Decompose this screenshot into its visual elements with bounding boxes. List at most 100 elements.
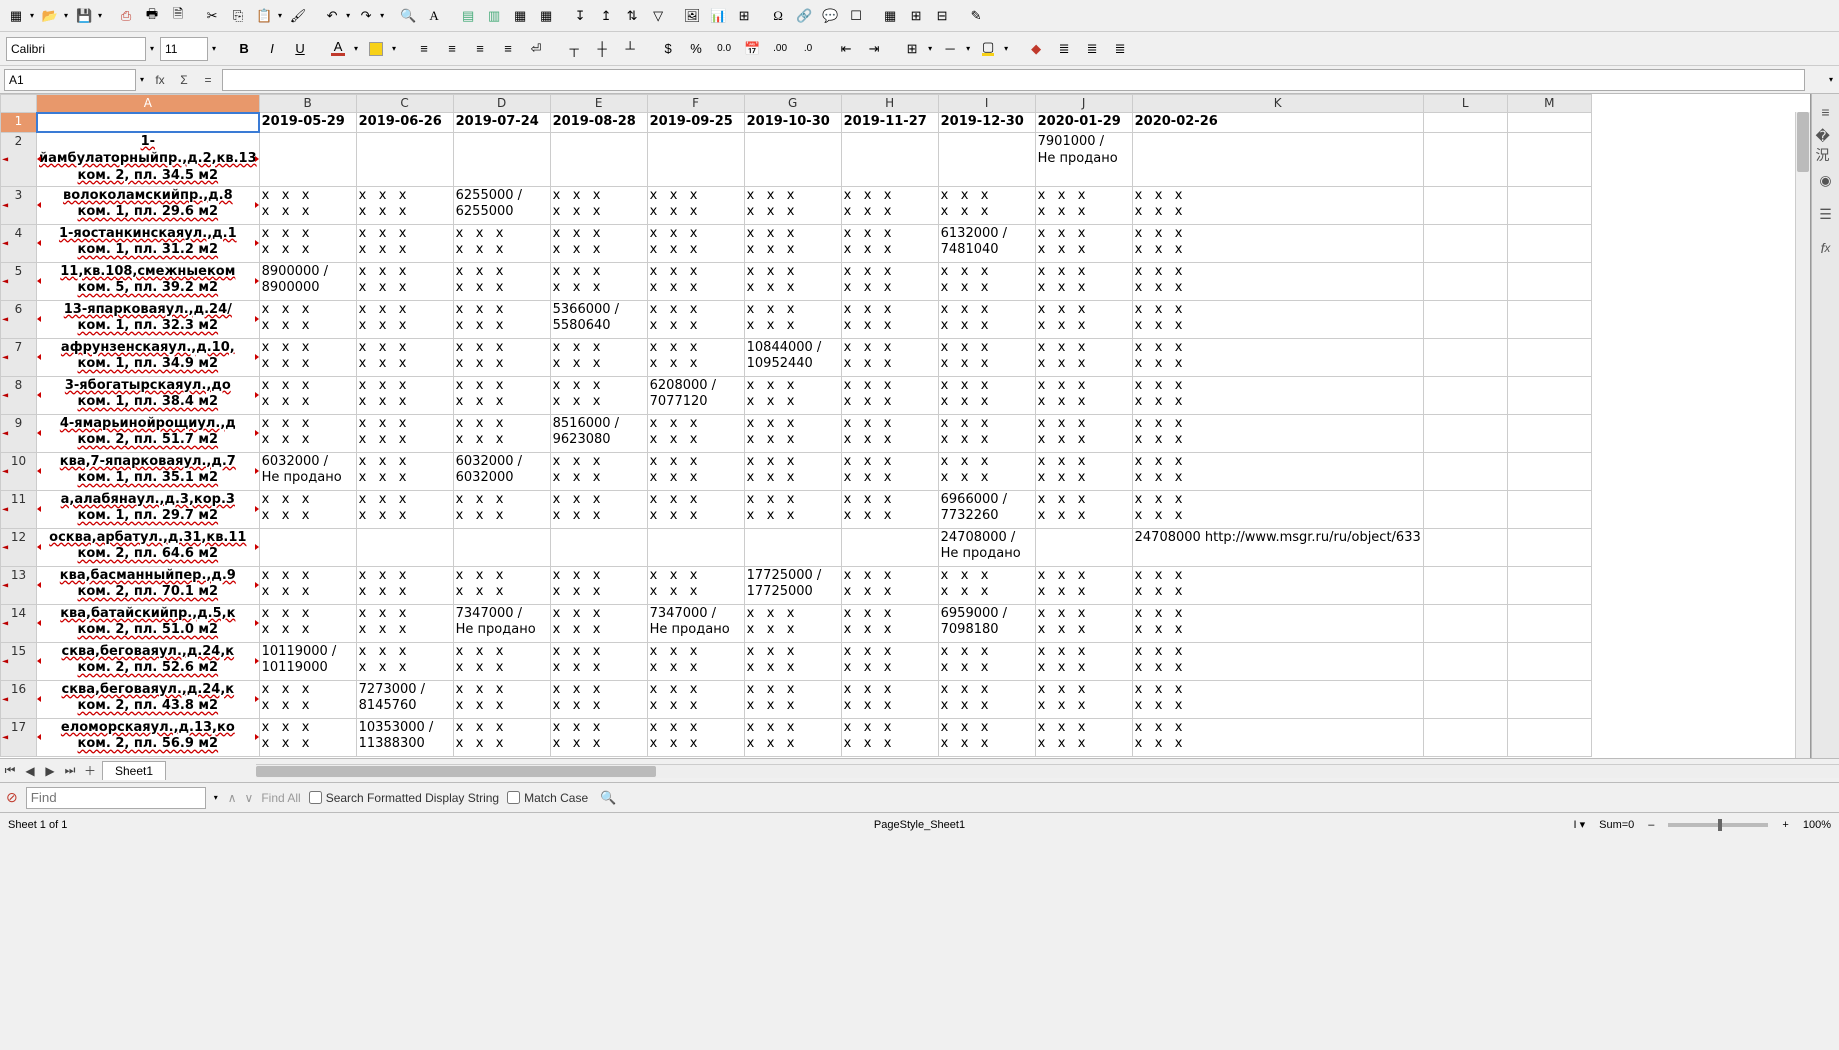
find-close-icon[interactable]: ⊘ bbox=[6, 789, 18, 806]
vertical-scrollbar[interactable] bbox=[1795, 112, 1810, 758]
cell-H15[interactable]: x x x x x x bbox=[841, 642, 938, 680]
cell-B10[interactable]: 6032000 / Не продано bbox=[259, 452, 356, 490]
col-header-D[interactable]: D bbox=[453, 95, 550, 113]
cell-F5[interactable]: x x x x x x bbox=[647, 262, 744, 300]
cell-F11[interactable]: x x x x x x bbox=[647, 490, 744, 528]
border-color-icon[interactable]: ▢ bbox=[976, 37, 1000, 61]
cell-E5[interactable]: x x x x x x bbox=[550, 262, 647, 300]
formula-expand-icon[interactable]: ▾ bbox=[1827, 75, 1835, 84]
cell-I9[interactable]: x x x x x x bbox=[938, 414, 1035, 452]
cell-H13[interactable]: x x x x x x bbox=[841, 566, 938, 604]
align-center-icon[interactable]: ≡ bbox=[440, 37, 464, 61]
col-header-I[interactable]: I bbox=[938, 95, 1035, 113]
cell-C2[interactable] bbox=[356, 132, 453, 186]
cell-J2[interactable]: 7901000 / Не продано bbox=[1035, 132, 1132, 186]
formula-input[interactable] bbox=[222, 69, 1805, 91]
sidebar-functions-icon[interactable]: fx bbox=[1816, 238, 1836, 258]
cell-I2[interactable] bbox=[938, 132, 1035, 186]
cell-H11[interactable]: x x x x x x bbox=[841, 490, 938, 528]
sheet-tab-1[interactable]: Sheet1 bbox=[102, 761, 166, 780]
redo-icon[interactable]: ↷ bbox=[354, 4, 378, 28]
cell-K14[interactable]: x x x x x x bbox=[1132, 604, 1423, 642]
cell-K8[interactable]: x x x x x x bbox=[1132, 376, 1423, 414]
cell-ref-drop[interactable]: ▾ bbox=[138, 75, 146, 84]
cell-F3[interactable]: x x x x x x bbox=[647, 186, 744, 224]
col-header-M[interactable]: M bbox=[1507, 95, 1591, 113]
cell-E11[interactable]: x x x x x x bbox=[550, 490, 647, 528]
cell-empty[interactable] bbox=[1423, 338, 1507, 376]
cell-I1[interactable]: 2019-12-30 bbox=[938, 113, 1035, 133]
status-page-style[interactable]: PageStyle_Sheet1 bbox=[874, 819, 965, 831]
cell-H17[interactable]: x x x x x x bbox=[841, 718, 938, 756]
col-icon[interactable]: ▥ bbox=[482, 4, 506, 28]
cell-J8[interactable]: x x x x x x bbox=[1035, 376, 1132, 414]
zoom-slider[interactable] bbox=[1668, 823, 1768, 827]
cell-C9[interactable]: x x x x x x bbox=[356, 414, 453, 452]
row-header-7[interactable]: ◄7 bbox=[1, 338, 37, 376]
sort-asc-icon[interactable]: ↧ bbox=[568, 4, 592, 28]
cell-J15[interactable]: x x x x x x bbox=[1035, 642, 1132, 680]
select-all-corner[interactable] bbox=[1, 95, 37, 113]
new-doc-drop[interactable]: ▾ bbox=[28, 11, 36, 20]
cell-K15[interactable]: x x x x x x bbox=[1132, 642, 1423, 680]
cell-K2[interactable] bbox=[1132, 132, 1423, 186]
cell-K4[interactable]: x x x x x x bbox=[1132, 224, 1423, 262]
cell-J3[interactable]: x x x x x x bbox=[1035, 186, 1132, 224]
cell-B12[interactable] bbox=[259, 528, 356, 566]
cell-B9[interactable]: x x x x x x bbox=[259, 414, 356, 452]
cell-F15[interactable]: x x x x x x bbox=[647, 642, 744, 680]
col-header-L[interactable]: L bbox=[1423, 95, 1507, 113]
borders-drop[interactable]: ▾ bbox=[926, 44, 934, 53]
cell-empty[interactable] bbox=[1507, 414, 1591, 452]
cell-A15[interactable]: сква,беговаяул.,д.24,к ком. 2, пл. 52.6 … bbox=[37, 642, 260, 680]
align-left-icon[interactable]: ≡ bbox=[412, 37, 436, 61]
cell-B6[interactable]: x x x x x x bbox=[259, 300, 356, 338]
paste-drop[interactable]: ▾ bbox=[276, 11, 284, 20]
cell-B1[interactable]: 2019-05-29 bbox=[259, 113, 356, 133]
cell-A2[interactable]: 1-йамбулаторныйпр.,д.2,кв.13 ком. 2, пл.… bbox=[37, 132, 260, 186]
cell-empty[interactable] bbox=[1423, 262, 1507, 300]
cell-F8[interactable]: 6208000 / 7077120 bbox=[647, 376, 744, 414]
find-formatted-checkbox[interactable]: Search Formatted Display String bbox=[309, 791, 499, 805]
new-doc-icon[interactable]: ▦ bbox=[4, 4, 28, 28]
cell-empty[interactable] bbox=[1507, 490, 1591, 528]
underline-icon[interactable]: U bbox=[288, 37, 312, 61]
find-all-button[interactable]: Find All bbox=[261, 791, 300, 805]
cell-C10[interactable]: x x x x x x bbox=[356, 452, 453, 490]
cell-H6[interactable]: x x x x x x bbox=[841, 300, 938, 338]
cell-H3[interactable]: x x x x x x bbox=[841, 186, 938, 224]
cell-A17[interactable]: еломорскаяул.,д.13,ко ком. 2, пл. 56.9 м… bbox=[37, 718, 260, 756]
cell-empty[interactable] bbox=[1423, 680, 1507, 718]
cell-C15[interactable]: x x x x x x bbox=[356, 642, 453, 680]
grid-icon[interactable]: ⊞ bbox=[904, 4, 928, 28]
cell-E1[interactable]: 2019-08-28 bbox=[550, 113, 647, 133]
cell-F10[interactable]: x x x x x x bbox=[647, 452, 744, 490]
cell-B16[interactable]: x x x x x x bbox=[259, 680, 356, 718]
cell-G15[interactable]: x x x x x x bbox=[744, 642, 841, 680]
spreadsheet-grid[interactable]: A B C D E F G H I J K L M 12019-05-29201… bbox=[0, 94, 1811, 758]
cell-J4[interactable]: x x x x x x bbox=[1035, 224, 1132, 262]
comment-icon[interactable]: 💬 bbox=[818, 4, 842, 28]
grid2-icon[interactable]: ▦ bbox=[534, 4, 558, 28]
tab-first-icon[interactable]: ⏮ bbox=[0, 763, 20, 778]
cell-empty[interactable] bbox=[1507, 262, 1591, 300]
cell-A9[interactable]: 4-ямарьинойрощиул.,д ком. 2, пл. 51.7 м2 bbox=[37, 414, 260, 452]
col-header-F[interactable]: F bbox=[647, 95, 744, 113]
cell-K11[interactable]: x x x x x x bbox=[1132, 490, 1423, 528]
cell-empty[interactable] bbox=[1507, 224, 1591, 262]
status-insert-mode[interactable]: I ▾ bbox=[1573, 818, 1585, 831]
sidebar-navigator-icon[interactable]: ☰ bbox=[1816, 204, 1836, 224]
cell-empty[interactable] bbox=[1507, 452, 1591, 490]
cell-A12[interactable]: осква,арбатул.,д.31,кв.11 ком. 2, пл. 64… bbox=[37, 528, 260, 566]
cell-B3[interactable]: x x x x x x bbox=[259, 186, 356, 224]
cell-I8[interactable]: x x x x x x bbox=[938, 376, 1035, 414]
cell-empty[interactable] bbox=[1423, 718, 1507, 756]
cell-E6[interactable]: 5366000 / 5580640 bbox=[550, 300, 647, 338]
find-other-icon[interactable]: 🔍 bbox=[596, 786, 620, 810]
cell-A6[interactable]: 13-япарковаяул.,д.24/ ком. 1, пл. 32.3 м… bbox=[37, 300, 260, 338]
cell-G9[interactable]: x x x x x x bbox=[744, 414, 841, 452]
filter-icon[interactable]: ▽ bbox=[646, 4, 670, 28]
cell-empty[interactable] bbox=[1423, 300, 1507, 338]
cell-J13[interactable]: x x x x x x bbox=[1035, 566, 1132, 604]
cell-B8[interactable]: x x x x x x bbox=[259, 376, 356, 414]
